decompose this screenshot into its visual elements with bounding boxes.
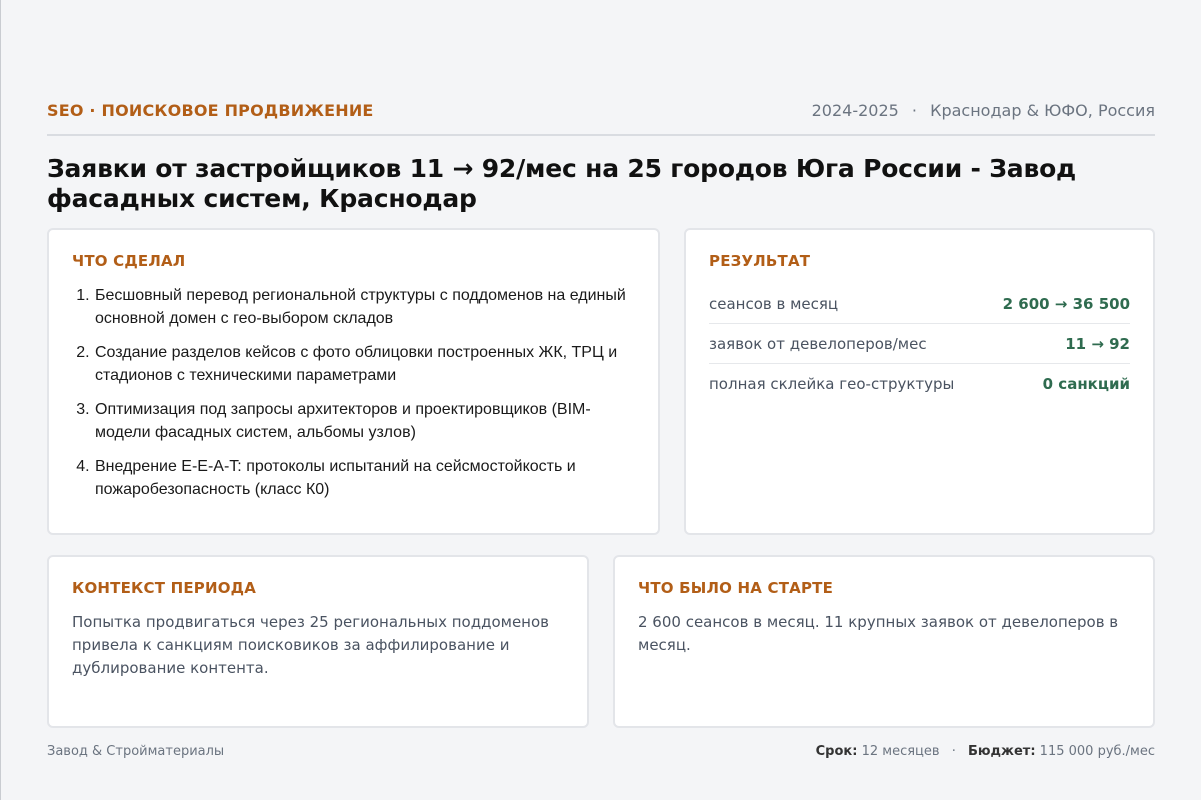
period-context-title: КОНТЕКСТ ПЕРИОДА — [72, 579, 257, 597]
what-was-done-title: ЧТО СДЕЛАЛ — [72, 252, 186, 270]
case-meta: 2024-2025 · Краснодар & ЮФО, Россия — [812, 101, 1155, 120]
case-location: Краснодар & ЮФО, Россия — [930, 100, 1155, 120]
budget-value: 115 000 руб./мес — [1039, 744, 1155, 759]
term-value: 12 месяцев — [861, 744, 940, 759]
starting-point-card: ЧТО БЫЛО НА СТАРТЕ 2 600 сеансов в месяц… — [613, 555, 1155, 728]
step-item: Бесшовный перевод региональной структуры… — [94, 284, 635, 330]
starting-point-text: 2 600 сеансов в месяц. 11 крупных заявок… — [638, 613, 1119, 654]
step-item: Создание разделов кейсов с фото облицовк… — [94, 341, 635, 387]
term-label: Срок: — [815, 744, 858, 759]
metric-row: заявок от девелоперов/мес 11 → 92 — [709, 324, 1130, 364]
steps-list: Бесшовный перевод региональной структуры… — [72, 284, 635, 501]
metric-value: 11 → 92 — [1065, 334, 1130, 353]
period-context-text: Попытка продвигаться через 25 региональн… — [72, 613, 550, 677]
metrics-list: сеансов в месяц 2 600 → 36 500 заявок от… — [709, 284, 1130, 404]
step-item: Внедрение E-E-A-T: протоколы испытаний н… — [94, 455, 635, 501]
metric-row: сеансов в месяц 2 600 → 36 500 — [709, 284, 1130, 324]
case-years: 2024-2025 — [811, 100, 899, 120]
case-footer: Завод & Стройматериалы Срок: 12 месяцев … — [47, 744, 1155, 759]
result-card: РЕЗУЛЬТАТ сеансов в месяц 2 600 → 36 500… — [684, 228, 1155, 535]
case-header: SEO · ПОИСКОВОЕ ПРОДВИЖЕНИЕ 2024-2025 · … — [47, 96, 1155, 136]
bottom-row: КОНТЕКСТ ПЕРИОДА Попытка продвигаться че… — [47, 555, 1155, 728]
what-was-done-card: ЧТО СДЕЛАЛ Бесшовный перевод регионально… — [47, 228, 660, 535]
result-title: РЕЗУЛЬТАТ — [709, 252, 811, 270]
metric-label: заявок от девелоперов/мес — [709, 334, 927, 353]
case-title: Заявки от застройщиков 11 → 92/мес на 25… — [47, 154, 1077, 213]
metric-label: сеансов в месяц — [709, 294, 839, 313]
starting-point-title: ЧТО БЫЛО НА СТАРТЕ — [638, 579, 834, 597]
top-row: ЧТО СДЕЛАЛ Бесшовный перевод регионально… — [47, 228, 1155, 535]
footer-separator: · — [951, 744, 956, 759]
metric-value: 2 600 → 36 500 — [1002, 294, 1130, 313]
budget-label: Бюджет: — [967, 744, 1036, 759]
period-context-card: КОНТЕКСТ ПЕРИОДА Попытка продвигаться че… — [47, 555, 589, 728]
step-item: Оптимизация под запросы архитекторов и п… — [94, 398, 635, 444]
service-category: SEO · ПОИСКОВОЕ ПРОДВИЖЕНИЕ — [47, 100, 374, 120]
industry-label: Завод & Стройматериалы — [47, 744, 225, 759]
case-page: SEO · ПОИСКОВОЕ ПРОДВИЖЕНИЕ 2024-2025 · … — [47, 96, 1155, 759]
metric-value: 0 санкций — [1042, 375, 1130, 393]
metric-row: полная склейка гео-структуры 0 санкций — [709, 364, 1130, 404]
metric-label: полная склейка гео-структуры — [709, 375, 955, 393]
terms: Срок: 12 месяцев · Бюджет: 115 000 руб./… — [816, 744, 1155, 759]
meta-separator: · — [911, 100, 917, 120]
